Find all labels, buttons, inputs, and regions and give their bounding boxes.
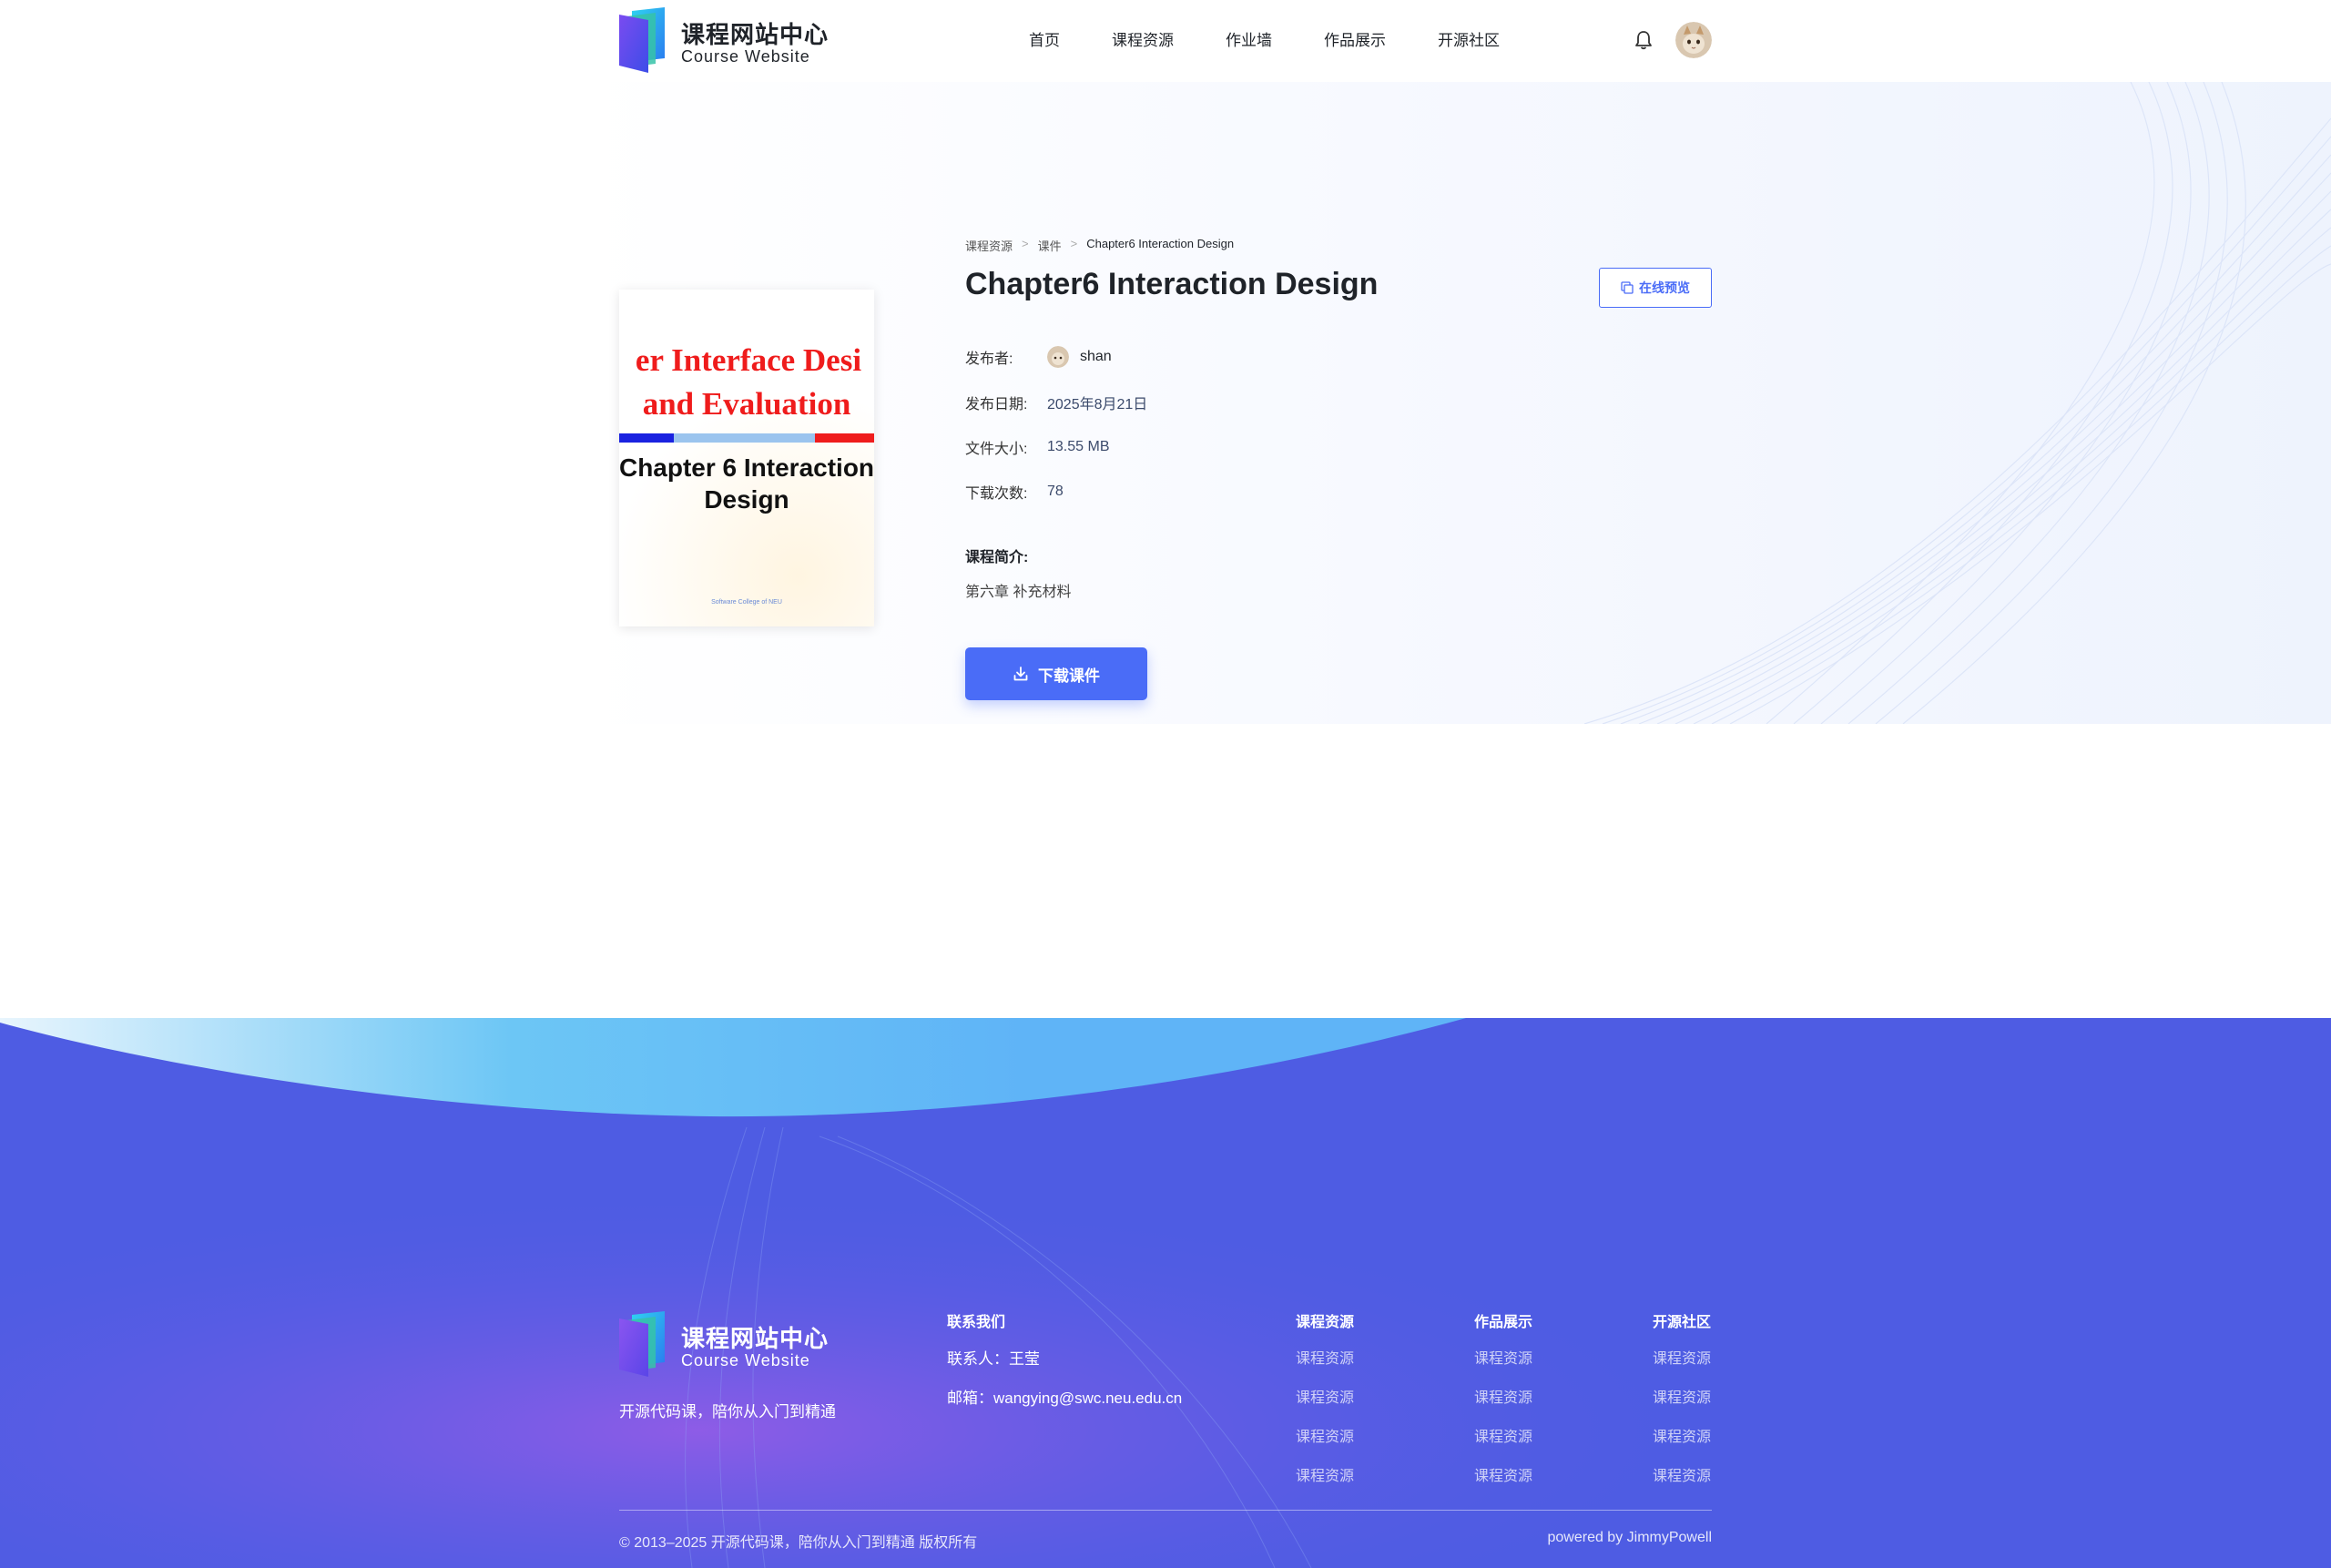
main-nav: 首页 课程资源 作业墙 作品展示 开源社区: [1029, 27, 1552, 55]
footer-col-community-heading: 开源社区: [1653, 1315, 1712, 1330]
download-icon: [1013, 667, 1028, 681]
file-size-label: 文件大小:: [965, 442, 1028, 457]
publisher-avatar: [1047, 346, 1069, 368]
cover-chapter-line2: Design: [704, 485, 789, 514]
footer-logo[interactable]: 课程网站中心 Course Website: [619, 1311, 829, 1379]
cover-bar-blue: [619, 433, 674, 443]
online-preview-button[interactable]: 在线预览: [1599, 268, 1712, 308]
download-count-value: 78: [1047, 484, 1064, 499]
file-size-row: 文件大小: 13.55 MB: [965, 436, 1109, 458]
breadcrumb-separator: >: [1022, 237, 1029, 250]
page-title: Chapter6 Interaction Design: [965, 267, 1379, 301]
breadcrumb-course-resources[interactable]: 课程资源: [965, 237, 1013, 254]
breadcrumb-courseware[interactable]: 课件: [1038, 237, 1062, 254]
footer-link[interactable]: 课程资源: [1474, 1385, 1532, 1407]
cover-bar-light: [674, 433, 815, 443]
footer-link[interactable]: 课程资源: [1653, 1346, 1711, 1368]
footer-divider: [619, 1510, 1712, 1511]
breadcrumb-separator: >: [1070, 237, 1078, 250]
download-count-row: 下载次数: 78: [965, 481, 1064, 503]
download-courseware-button[interactable]: 下载课件: [965, 647, 1147, 700]
online-preview-label: 在线预览: [1639, 280, 1690, 295]
footer-link[interactable]: 课程资源: [1474, 1424, 1532, 1446]
footer-powered-by: powered by JimmyPowell: [1547, 1530, 1712, 1545]
nav-item-course-resources[interactable]: 课程资源: [1112, 27, 1174, 55]
bell-icon[interactable]: [1634, 30, 1653, 50]
footer-link[interactable]: 课程资源: [1653, 1385, 1711, 1407]
course-intro-label: 课程简介:: [965, 550, 1029, 565]
publish-date-value: 2025年8月21日: [1047, 397, 1148, 412]
preview-icon: [1621, 281, 1634, 294]
breadcrumb: 课程资源 > 课件 > Chapter6 Interaction Design: [965, 237, 1234, 254]
download-count-label: 下载次数:: [965, 486, 1028, 502]
logo-subtitle: Course Website: [681, 47, 810, 66]
nav-item-homework-wall[interactable]: 作业墙: [1226, 27, 1272, 55]
footer-link[interactable]: 课程资源: [1474, 1346, 1532, 1368]
logo-title: 课程网站中心: [681, 21, 830, 48]
publisher-name: shan: [1080, 349, 1112, 364]
download-courseware-label: 下载课件: [1038, 667, 1100, 685]
nav-item-works-showcase[interactable]: 作品展示: [1324, 27, 1386, 55]
logo-book-icon: [619, 1311, 665, 1377]
footer-contact-heading: 联系我们: [947, 1315, 1006, 1330]
footer-logo-subtitle: Course Website: [681, 1351, 810, 1369]
footer-link[interactable]: 课程资源: [1296, 1346, 1354, 1368]
footer-link[interactable]: 课程资源: [1296, 1385, 1354, 1407]
footer-copyright: © 2013–2025 开源代码课，陪你从入门到精通 版权所有: [619, 1535, 978, 1551]
footer-contact-person: 联系人：王莹: [947, 1350, 1040, 1368]
cover-chapter-line: Chapter 6 Interaction: [619, 453, 874, 482]
footer-col-works-heading: 作品展示: [1474, 1315, 1533, 1330]
publisher-row: 发布者: shan: [965, 346, 1112, 368]
cover-footer-text: Software College of NEU: [711, 599, 782, 606]
footer-link[interactable]: 课程资源: [1296, 1463, 1354, 1485]
logo-book-icon: [619, 7, 665, 73]
footer-link[interactable]: 课程资源: [1653, 1463, 1711, 1485]
cover-title-line2: and Evaluation: [642, 386, 851, 422]
nav-item-home[interactable]: 首页: [1029, 27, 1060, 55]
footer-link[interactable]: 课程资源: [1296, 1424, 1354, 1446]
footer-wave-background: [0, 1018, 2331, 1568]
user-avatar[interactable]: [1675, 22, 1712, 58]
footer-col-course-resources-heading: 课程资源: [1296, 1315, 1355, 1330]
footer-link[interactable]: 课程资源: [1474, 1463, 1532, 1485]
publish-date-label: 发布日期:: [965, 397, 1028, 412]
file-size-value: 13.55 MB: [1047, 439, 1110, 454]
site-footer: [0, 1018, 2331, 1568]
cover-bar-red: [815, 433, 874, 443]
footer-contact-email[interactable]: 邮箱：wangying@swc.neu.edu.cn: [947, 1385, 1182, 1408]
publish-date-row: 发布日期: 2025年8月21日: [965, 392, 1147, 413]
cover-title-line1: er Interface Desi: [635, 342, 862, 378]
site-logo[interactable]: 课程网站中心 Course Website: [619, 7, 829, 75]
footer-link[interactable]: 课程资源: [1653, 1424, 1711, 1446]
footer-slogan: 开源代码课，陪你从入门到精通: [619, 1403, 836, 1420]
course-intro-text: 第六章 补充材料: [965, 585, 1072, 600]
publisher-label: 发布者:: [965, 351, 1013, 367]
top-header: 课程网站中心 Course Website 首页 课程资源 作业墙 作品展示 开…: [0, 0, 2331, 82]
courseware-cover-image: er Interface Desi and Evaluation Chapter…: [619, 290, 874, 626]
footer-logo-title: 课程网站中心: [681, 1325, 830, 1352]
nav-item-open-source-community[interactable]: 开源社区: [1438, 27, 1500, 55]
breadcrumb-current: Chapter6 Interaction Design: [1086, 237, 1235, 250]
